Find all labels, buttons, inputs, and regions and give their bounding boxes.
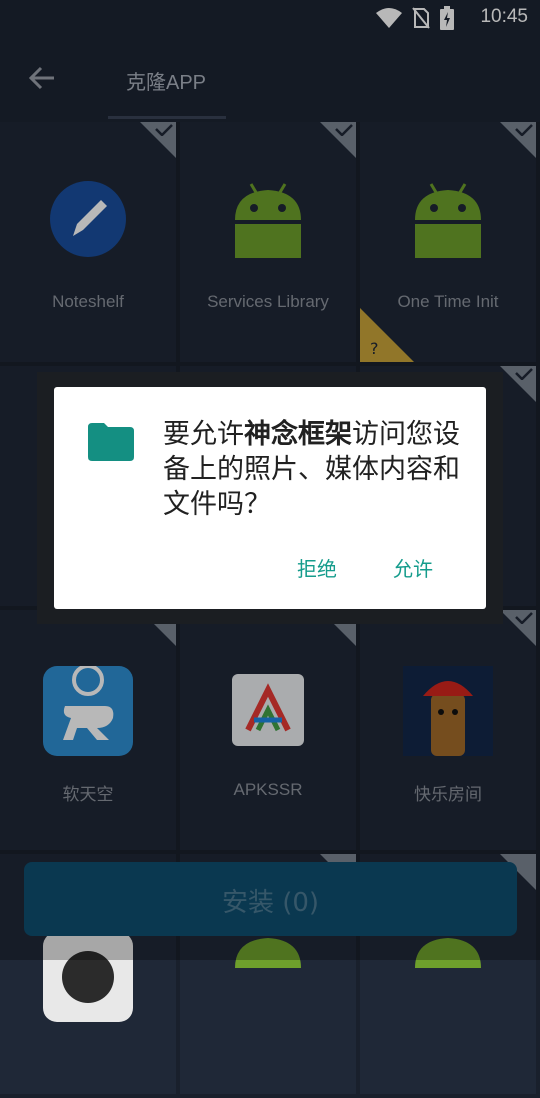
dialog-message: 要允许神念框架访问您设备上的照片、媒体内容和文件吗？ (163, 417, 468, 522)
deny-button[interactable]: 拒绝 (297, 553, 337, 582)
permission-dialog: 要允许神念框架访问您设备上的照片、媒体内容和文件吗？ 拒绝 允许 (54, 387, 486, 609)
allow-button[interactable]: 允许 (393, 553, 433, 582)
folder-icon (88, 423, 134, 461)
dialog-message-prefix: 要允许 (163, 419, 244, 450)
dialog-app-name: 神念框架 (244, 419, 352, 450)
